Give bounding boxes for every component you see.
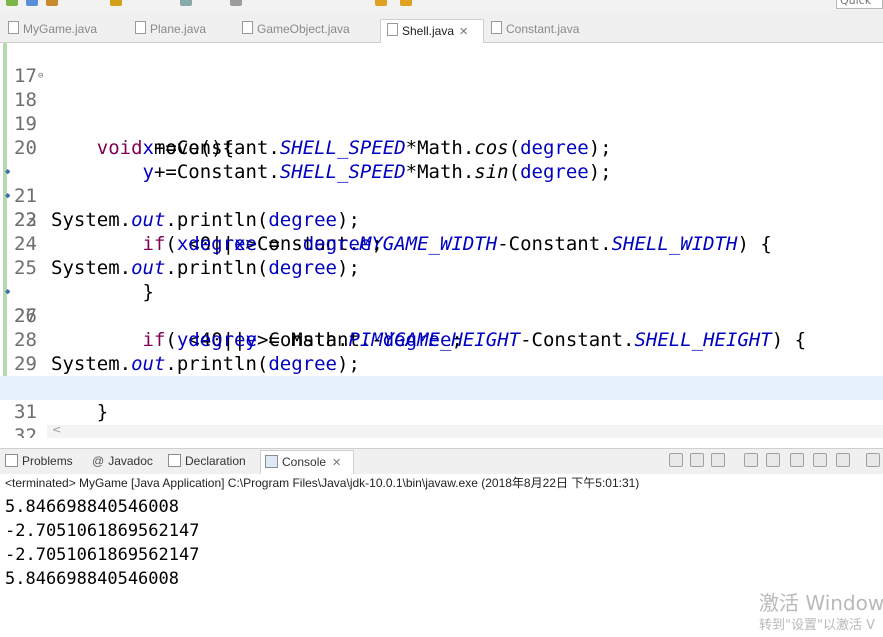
horizontal-scrollbar[interactable]: < bbox=[47, 423, 883, 438]
console-line: 5.846698840546008 bbox=[5, 497, 179, 517]
code-line: 32 bbox=[0, 400, 883, 438]
tab-constant[interactable]: Constant.java bbox=[491, 21, 579, 41]
java-file-icon bbox=[242, 21, 253, 34]
console-line: 5.846698840546008 bbox=[5, 569, 179, 589]
console-icon bbox=[265, 455, 278, 468]
word-wrap-icon[interactable] bbox=[790, 453, 804, 467]
code-line: 28 System.out.println(degree); bbox=[0, 304, 883, 375]
code-line: 30 } bbox=[0, 352, 883, 423]
code-editor[interactable]: 17 18 ⊖ void move(){ 19 x+=Constant.SHEL… bbox=[0, 43, 883, 438]
tab-shell[interactable]: Shell.java ✕ bbox=[380, 19, 484, 43]
forward-arrow-icon[interactable] bbox=[400, 0, 412, 6]
java-file-icon bbox=[387, 23, 398, 36]
code-line: 24 System.out.println(degree); bbox=[0, 208, 883, 279]
tab-mygame[interactable]: MyGame.java bbox=[8, 21, 97, 41]
new-class-icon[interactable] bbox=[110, 0, 122, 6]
code-line: 19 x+=Constant.SHELL_SPEED*Math.cos(degr… bbox=[0, 88, 883, 159]
code-line: ◆ 26 if(y<40||y>Constant.MYGAME_HEIGHT-C… bbox=[0, 256, 883, 351]
quick-access-input[interactable]: Quick A bbox=[836, 0, 883, 10]
search-icon[interactable] bbox=[230, 0, 242, 6]
close-icon[interactable]: ✕ bbox=[459, 26, 468, 38]
code-line: 29 } bbox=[0, 328, 883, 399]
code-line: 20 y+=Constant.SHELL_SPEED*Math.sin(degr… bbox=[0, 112, 883, 183]
main-toolbar: Quick A bbox=[0, 0, 883, 10]
console-line: -2.7051061869562147 bbox=[5, 545, 200, 565]
code-line: 17 bbox=[0, 43, 883, 87]
console-status: <terminated> MyGame [Java Application] C… bbox=[0, 474, 883, 492]
code-line: 23 degree = -degree; bbox=[0, 184, 883, 255]
tab-label: MyGame.java bbox=[23, 22, 98, 36]
view-tab-bar: Problems @ Javadoc Declaration Console ✕ bbox=[0, 448, 883, 475]
activation-watermark-subtext: 转到"设置"以激活 V bbox=[759, 618, 875, 633]
tab-javadoc[interactable]: @ Javadoc bbox=[92, 454, 153, 468]
tab-label: Plane.java bbox=[150, 22, 207, 36]
terminate-icon[interactable] bbox=[669, 453, 683, 467]
remove-all-launches-icon[interactable] bbox=[711, 453, 725, 467]
activation-watermark: 激活 Window bbox=[759, 591, 883, 615]
clear-console-icon[interactable] bbox=[744, 453, 758, 467]
java-file-icon bbox=[8, 21, 19, 34]
scroll-left-icon[interactable]: < bbox=[52, 423, 61, 436]
console-output[interactable]: 5.846698840546008 -2.7051061869562147 -2… bbox=[0, 493, 883, 637]
debug-icon[interactable] bbox=[26, 0, 38, 6]
external-tools-icon[interactable] bbox=[46, 0, 58, 6]
java-file-icon bbox=[135, 21, 146, 34]
line-number: 32 bbox=[14, 425, 37, 438]
tab-label: Declaration bbox=[185, 454, 246, 468]
declaration-icon bbox=[168, 454, 181, 467]
code-line-current: 31 } bbox=[0, 376, 883, 438]
tab-problems[interactable]: Problems bbox=[5, 454, 73, 468]
fold-collapse-icon[interactable]: ⊖ bbox=[38, 64, 43, 88]
code-line: 25 } bbox=[0, 232, 883, 303]
back-arrow-icon[interactable] bbox=[375, 0, 387, 6]
remove-launch-icon[interactable] bbox=[690, 453, 704, 467]
tab-label: Shell.java bbox=[402, 24, 455, 38]
javadoc-icon: @ bbox=[92, 454, 105, 468]
console-line: -2.7051061869562147 bbox=[5, 521, 200, 541]
scroll-lock-icon[interactable] bbox=[766, 453, 780, 467]
tab-label: Javadoc bbox=[108, 454, 153, 468]
display-console-icon[interactable] bbox=[836, 453, 850, 467]
tab-label: Console bbox=[282, 455, 327, 469]
code-line: ◆ 21 System.out.println(degree); bbox=[0, 136, 883, 231]
tab-declaration[interactable]: Declaration bbox=[168, 454, 246, 468]
code-line: 18 ⊖ void move(){ bbox=[0, 64, 883, 159]
pin-console-icon[interactable] bbox=[813, 453, 827, 467]
tab-gameobject[interactable]: GameObject.java bbox=[242, 21, 350, 41]
open-type-icon[interactable] bbox=[180, 0, 192, 6]
code-line: 27 degree = Math.PI-degree; bbox=[0, 280, 883, 351]
tab-label: Problems bbox=[22, 454, 73, 468]
tab-console[interactable]: Console ✕ bbox=[260, 450, 354, 475]
editor-tab-bar: MyGame.java Plane.java GameObject.java S… bbox=[0, 10, 883, 43]
tab-plane[interactable]: Plane.java bbox=[135, 21, 206, 41]
open-console-icon[interactable] bbox=[866, 453, 880, 467]
java-file-icon bbox=[491, 21, 502, 34]
problems-icon bbox=[5, 454, 18, 467]
tab-label: GameObject.java bbox=[257, 22, 350, 36]
tab-label: Constant.java bbox=[506, 22, 580, 36]
close-icon[interactable]: ✕ bbox=[332, 457, 341, 469]
code-line: ◆ 22 if(x<0||x>Constant.MYGAME_WIDTH-Con… bbox=[0, 160, 883, 255]
run-icon[interactable] bbox=[6, 0, 18, 6]
